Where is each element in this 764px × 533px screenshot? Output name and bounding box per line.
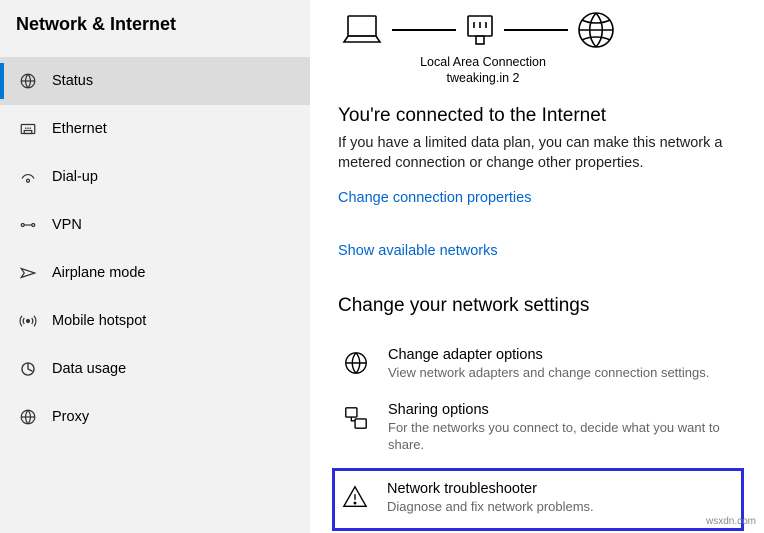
- sidebar-item-label: Mobile hotspot: [52, 313, 146, 329]
- caption-line1: Local Area Connection: [338, 54, 628, 70]
- setting-title: Network troubleshooter: [387, 481, 737, 497]
- sidebar-item-proxy[interactable]: Proxy: [0, 393, 310, 441]
- ethernet-icon: [18, 119, 38, 139]
- network-diagram: [338, 10, 744, 50]
- sidebar-item-status[interactable]: Status: [0, 57, 310, 105]
- sidebar-item-label: VPN: [52, 217, 82, 233]
- sidebar-item-dialup[interactable]: Dial-up: [0, 153, 310, 201]
- setting-title: Change adapter options: [388, 347, 740, 363]
- link-available-networks[interactable]: Show available networks: [338, 243, 498, 259]
- sidebar: Network & Internet Status Ethernet Dial-…: [0, 0, 310, 533]
- setting-title: Sharing options: [388, 402, 740, 418]
- sidebar-item-label: Dial-up: [52, 169, 98, 185]
- sidebar-item-airplane[interactable]: Airplane mode: [0, 249, 310, 297]
- sidebar-item-vpn[interactable]: VPN: [0, 201, 310, 249]
- diagram-line: [504, 29, 568, 31]
- dialup-icon: [18, 167, 38, 187]
- settings-heading: Change your network settings: [338, 295, 744, 317]
- sidebar-item-hotspot[interactable]: Mobile hotspot: [0, 297, 310, 345]
- hotspot-icon: [18, 311, 38, 331]
- troubleshoot-icon: [341, 483, 369, 511]
- vpn-icon: [18, 215, 38, 235]
- watermark: wsxdn.com: [706, 516, 756, 527]
- datausage-icon: [18, 359, 38, 379]
- sidebar-item-label: Airplane mode: [52, 265, 146, 281]
- sidebar-item-label: Data usage: [52, 361, 126, 377]
- globe-icon: [576, 10, 616, 50]
- setting-desc: Diagnose and fix network problems.: [387, 499, 737, 516]
- caption-line2: tweaking.in 2: [338, 70, 628, 86]
- router-icon: [464, 12, 496, 48]
- sidebar-item-label: Ethernet: [52, 121, 107, 137]
- diagram-line: [392, 29, 456, 31]
- status-heading: You're connected to the Internet: [338, 105, 744, 127]
- link-connection-properties[interactable]: Change connection properties: [338, 190, 531, 206]
- setting-network-troubleshooter[interactable]: Network troubleshooter Diagnose and fix …: [332, 468, 744, 531]
- sharing-icon: [342, 404, 370, 432]
- diagram-caption: Local Area Connection tweaking.in 2: [338, 54, 628, 87]
- sidebar-item-ethernet[interactable]: Ethernet: [0, 105, 310, 153]
- sidebar-item-label: Proxy: [52, 409, 89, 425]
- setting-desc: View network adapters and change connect…: [388, 365, 740, 382]
- setting-adapter-options[interactable]: Change adapter options View network adap…: [338, 341, 744, 396]
- setting-sharing-options[interactable]: Sharing options For the networks you con…: [338, 396, 744, 468]
- adapter-icon: [342, 349, 370, 377]
- content-pane: Local Area Connection tweaking.in 2 You'…: [310, 0, 764, 533]
- sidebar-item-label: Status: [52, 73, 93, 89]
- sidebar-title: Network & Internet: [0, 10, 310, 57]
- laptop-icon: [340, 12, 384, 48]
- sidebar-item-datausage[interactable]: Data usage: [0, 345, 310, 393]
- proxy-icon: [18, 407, 38, 427]
- status-icon: [18, 71, 38, 91]
- airplane-icon: [18, 263, 38, 283]
- status-description: If you have a limited data plan, you can…: [338, 133, 744, 174]
- setting-desc: For the networks you connect to, decide …: [388, 420, 740, 454]
